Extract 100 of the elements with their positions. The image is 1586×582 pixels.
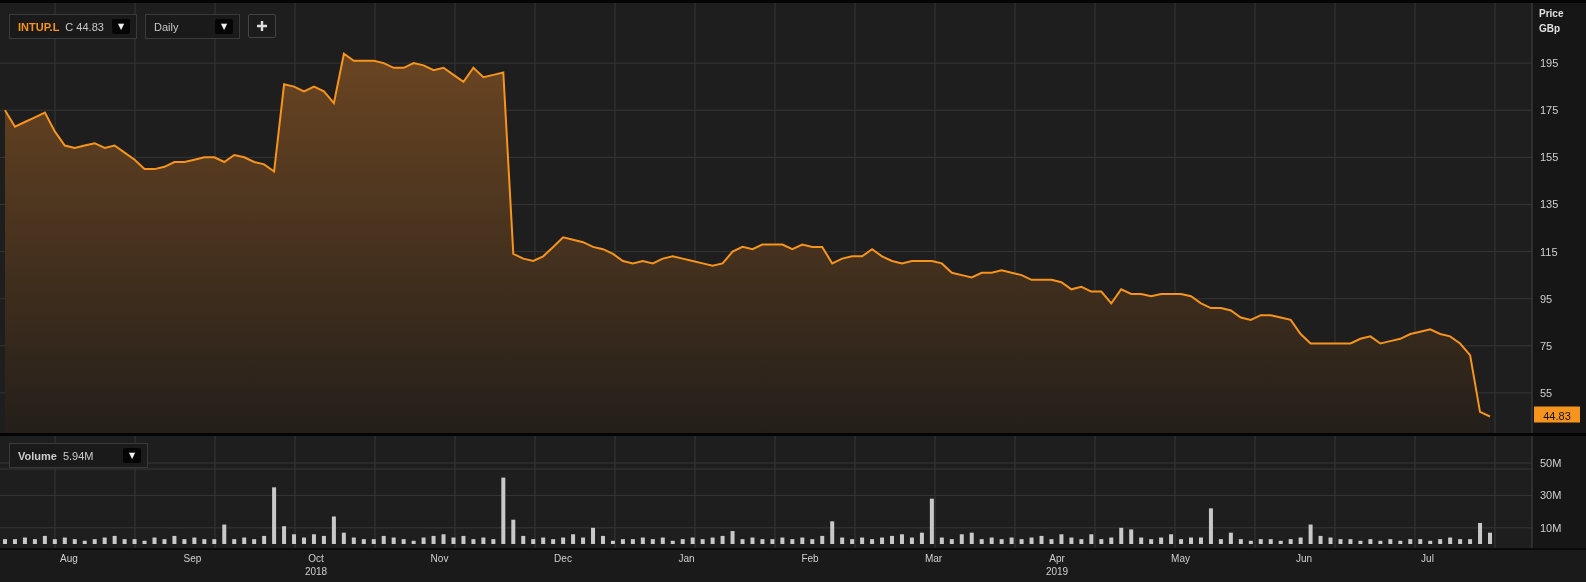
volume-bar [820, 535, 825, 544]
volume-bar [1029, 537, 1034, 544]
axis-label: 75 [1540, 339, 1553, 352]
volume-bar [481, 537, 486, 544]
volume-bar [1129, 529, 1134, 544]
volume-bar [331, 516, 336, 544]
volume-bar [880, 537, 885, 544]
axis-label: 135 [1540, 198, 1559, 211]
month-label: Oct [308, 553, 324, 565]
volume-bar [1448, 537, 1453, 544]
volume-bar [1318, 535, 1323, 544]
volume-bar [1248, 540, 1253, 544]
volume-bar [32, 539, 37, 544]
month-label: Nov [430, 553, 449, 565]
symbol-selector[interactable]: INTUP.L C 44.83 ▼ [9, 14, 137, 39]
volume-bar [82, 540, 87, 544]
volume-bar [1189, 537, 1193, 544]
volume-bar [3, 539, 7, 544]
volume-bar [1458, 539, 1463, 544]
dropdown-button[interactable]: ▼ [112, 19, 130, 34]
volume-bar [152, 537, 157, 544]
volume-bar [949, 539, 954, 544]
dropdown-button[interactable]: ▼ [123, 448, 141, 463]
volume-bar [132, 539, 137, 544]
volume-bar [1478, 522, 1483, 544]
volume-bar [22, 537, 27, 544]
volume-bar [1278, 540, 1283, 544]
volume-bar [650, 539, 655, 544]
volume-bar [192, 537, 197, 544]
volume-bar [411, 540, 416, 544]
volume-bar [311, 534, 316, 544]
volume-bar [142, 540, 147, 544]
volume-bar [890, 535, 894, 544]
axis-label: 155 [1540, 151, 1559, 164]
volume-bar [720, 535, 725, 544]
volume-bar [571, 534, 576, 544]
volume-bar [959, 534, 964, 544]
volume-bar [1059, 534, 1064, 544]
volume-bar [919, 532, 924, 544]
volume-bar [62, 537, 67, 544]
volume-bar [730, 531, 735, 544]
volume-bar [531, 539, 536, 544]
volume-bar [351, 537, 356, 544]
volume-bar [1358, 540, 1363, 544]
volume-bar [471, 539, 476, 544]
month-label: Jan [678, 553, 695, 565]
volume-bar [541, 537, 546, 544]
month-label: Sep [183, 553, 202, 565]
volume-bar [441, 534, 446, 544]
volume-bar [1298, 537, 1303, 544]
volume-bar [102, 537, 107, 544]
axis-label: 10M [1540, 521, 1562, 534]
volume-bar [1428, 540, 1433, 544]
volume-bar [1348, 539, 1353, 544]
volume-bar [860, 537, 865, 544]
volume-selector[interactable]: Volume 5.94M ▼ [9, 443, 148, 468]
volume-bar [591, 527, 595, 544]
volume-bar [282, 526, 287, 544]
volume-bar [451, 537, 456, 544]
volume-bar [1268, 539, 1273, 544]
volume-bar [830, 521, 835, 544]
volume-bar [1438, 539, 1443, 544]
interval-value: Daily [154, 20, 179, 33]
volume-bar [401, 539, 406, 544]
plus-icon [256, 20, 268, 32]
volume-label: Volume [18, 449, 57, 462]
volume-bar [620, 539, 625, 544]
volume-bar [431, 535, 436, 544]
interval-selector[interactable]: Daily ▼ [145, 14, 240, 39]
month-label: Feb [801, 553, 819, 565]
volume-bar [680, 539, 685, 544]
volume-bar [551, 539, 556, 544]
add-button[interactable] [248, 14, 276, 38]
volume-bar [302, 537, 306, 544]
volume-bar [1368, 539, 1373, 544]
month-label: May [1171, 553, 1190, 565]
volume-bar [1049, 539, 1054, 544]
volume-bar [1468, 539, 1473, 544]
volume-bar [421, 537, 426, 544]
volume-bar [321, 535, 326, 544]
volume-bar [780, 537, 785, 544]
volume-bar [1009, 537, 1014, 544]
volume-bar [162, 539, 167, 544]
volume-bar [42, 535, 47, 544]
month-label: Dec [554, 553, 572, 565]
volume-bar [1069, 537, 1074, 544]
volume-bar [760, 539, 765, 544]
axis-label: 95 [1540, 292, 1553, 305]
volume-bar [969, 532, 974, 544]
volume-bar [1089, 534, 1094, 544]
volume-bar [1179, 539, 1184, 544]
volume-bar [1149, 539, 1154, 544]
volume-bar [989, 537, 994, 544]
volume-bar [630, 539, 635, 544]
volume-bar [272, 487, 277, 544]
volume-bar [361, 539, 366, 544]
axis-label: 195 [1540, 57, 1559, 70]
dropdown-button[interactable]: ▼ [215, 19, 233, 34]
volume-bar [292, 534, 297, 544]
volume-bar [670, 540, 675, 544]
